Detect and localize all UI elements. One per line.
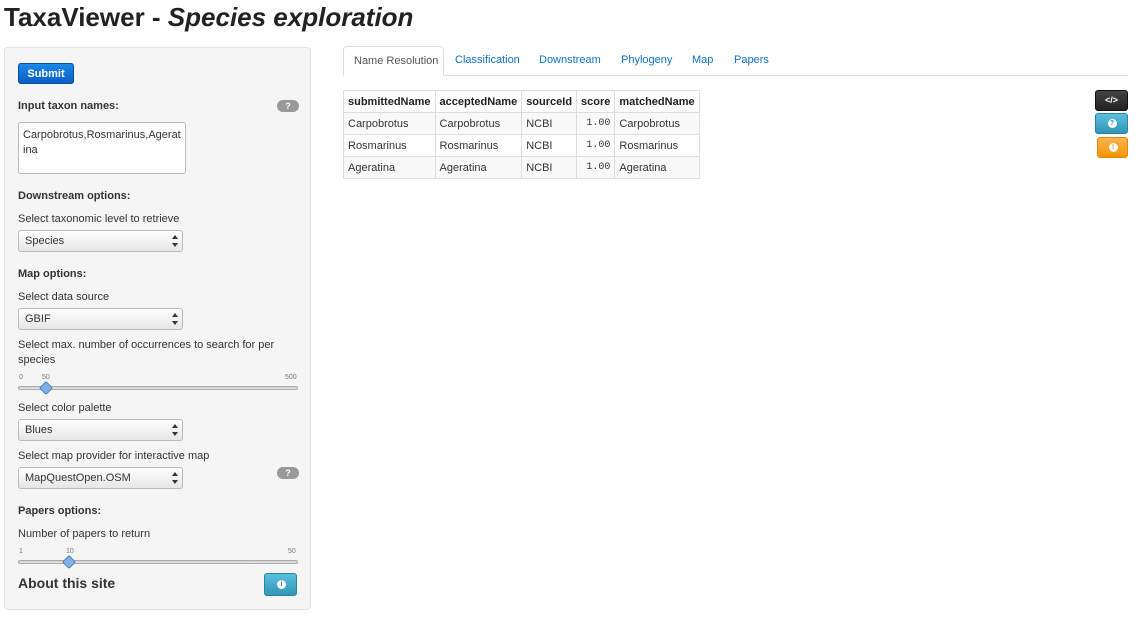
papers-slider-track[interactable] xyxy=(18,560,298,564)
table-cell: Carpobrotus xyxy=(434,112,523,135)
show-code-button[interactable]: </> xyxy=(1095,90,1128,111)
submit-button[interactable]: Submit xyxy=(18,63,74,84)
column-header: acceptedName xyxy=(434,90,523,113)
table-row: Rosmarinus Rosmarinus NCBI 1.00 Rosmarin… xyxy=(343,134,700,157)
map-options-heading: Map options: xyxy=(18,268,87,280)
column-header: sourceId xyxy=(521,90,578,113)
table-row: Ageratina Ageratina NCBI 1.00 Ageratina xyxy=(343,156,700,179)
sidebar-panel: Submit Input taxon names: ? Carpobrotus,… xyxy=(4,47,311,610)
map-provider-value: MapQuestOpen.OSM xyxy=(25,472,131,484)
table-cell: NCBI xyxy=(521,156,578,179)
occurrences-slider-max: 500 xyxy=(285,374,297,381)
occurrences-label-line2: species xyxy=(18,354,56,366)
palette-value: Blues xyxy=(25,424,53,436)
warning-button[interactable]: ! xyxy=(1097,137,1128,158)
select-arrows-icon xyxy=(172,313,178,325)
taxonomic-level-value: Species xyxy=(25,235,65,247)
table-row: Carpobrotus Carpobrotus NCBI 1.00 Carpob… xyxy=(343,112,700,135)
table-cell: Carpobrotus xyxy=(343,112,436,135)
tab-classification[interactable]: Classification xyxy=(445,46,530,74)
occurrences-slider-min: 0 xyxy=(19,374,23,381)
page-title: TaxaViewer - Species exploration xyxy=(4,0,413,34)
table-cell: Ageratina xyxy=(614,156,700,179)
occurrences-slider-value: 50 xyxy=(42,374,50,381)
select-arrows-icon xyxy=(172,472,178,484)
select-arrows-icon xyxy=(172,424,178,436)
title-plain: TaxaViewer - xyxy=(4,2,168,32)
table-cell: Ageratina xyxy=(343,156,436,179)
column-header: score xyxy=(576,90,616,113)
name-resolution-table: submittedName acceptedName sourceId scor… xyxy=(343,90,700,179)
table-cell: 1.00 xyxy=(576,134,616,157)
map-provider-label: Select map provider for interactive map xyxy=(18,450,210,462)
papers-count-label: Number of papers to return xyxy=(18,528,151,540)
tab-name-resolution[interactable]: Name Resolution xyxy=(343,46,444,76)
table-cell: 1.00 xyxy=(576,112,616,135)
data-source-label: Select data source xyxy=(18,291,110,303)
downstream-options-heading: Downstream options: xyxy=(18,190,131,202)
input-taxon-label: Input taxon names: xyxy=(18,100,119,112)
papers-slider-min: 1 xyxy=(19,548,23,555)
taxonomic-level-label: Select taxonomic level to retrieve xyxy=(18,213,180,225)
about-site-heading: About this site xyxy=(18,575,116,591)
data-source-value: GBIF xyxy=(25,313,51,325)
papers-slider-max: 50 xyxy=(288,548,296,555)
about-info-button[interactable]: i xyxy=(264,573,297,596)
papers-slider-handle[interactable] xyxy=(62,554,77,570)
palette-select[interactable]: Blues xyxy=(18,419,183,441)
papers-slider-value: 10 xyxy=(66,548,74,555)
info-icon: i xyxy=(277,580,286,589)
tab-phylogeny[interactable]: Phylogeny xyxy=(611,46,682,74)
occurrences-slider-track[interactable] xyxy=(18,386,298,390)
map-provider-select[interactable]: MapQuestOpen.OSM xyxy=(18,467,183,489)
palette-label: Select color palette xyxy=(18,402,112,414)
table-header-row: submittedName acceptedName sourceId scor… xyxy=(343,90,700,113)
column-header: matchedName xyxy=(614,90,700,113)
title-italic: Species exploration xyxy=(167,2,414,32)
table-cell: NCBI xyxy=(521,112,578,135)
alert-icon: ! xyxy=(1108,143,1118,152)
table-cell: Ageratina xyxy=(434,156,523,179)
data-source-select[interactable]: GBIF xyxy=(18,308,183,330)
occurrences-slider-handle[interactable] xyxy=(38,380,54,396)
table-cell: 1.00 xyxy=(576,156,616,179)
tab-map[interactable]: Map xyxy=(682,46,723,74)
tab-papers[interactable]: Papers xyxy=(724,46,779,74)
table-cell: Rosmarinus xyxy=(614,134,700,157)
table-cell: Rosmarinus xyxy=(434,134,523,157)
question-icon: ? xyxy=(1107,119,1117,128)
column-header: submittedName xyxy=(343,90,436,113)
table-cell: Rosmarinus xyxy=(343,134,436,157)
tab-bar: Name Resolution Classification Downstrea… xyxy=(343,46,1128,76)
taxonomic-level-select[interactable]: Species xyxy=(18,230,183,252)
taxon-help-icon[interactable]: ? xyxy=(277,100,299,112)
select-arrows-icon xyxy=(172,235,178,247)
tab-downstream[interactable]: Downstream xyxy=(529,46,611,74)
table-cell: NCBI xyxy=(521,134,578,157)
help-button[interactable]: ? xyxy=(1095,113,1128,134)
occurrences-label-line1: Select max. number of occurrences to sea… xyxy=(18,339,275,351)
table-cell: Carpobrotus xyxy=(614,112,700,135)
papers-options-heading: Papers options: xyxy=(18,505,102,517)
map-provider-help-icon[interactable]: ? xyxy=(277,467,299,479)
taxon-names-textarea[interactable]: Carpobrotus,Rosmarinus,Ageratina xyxy=(18,122,186,174)
